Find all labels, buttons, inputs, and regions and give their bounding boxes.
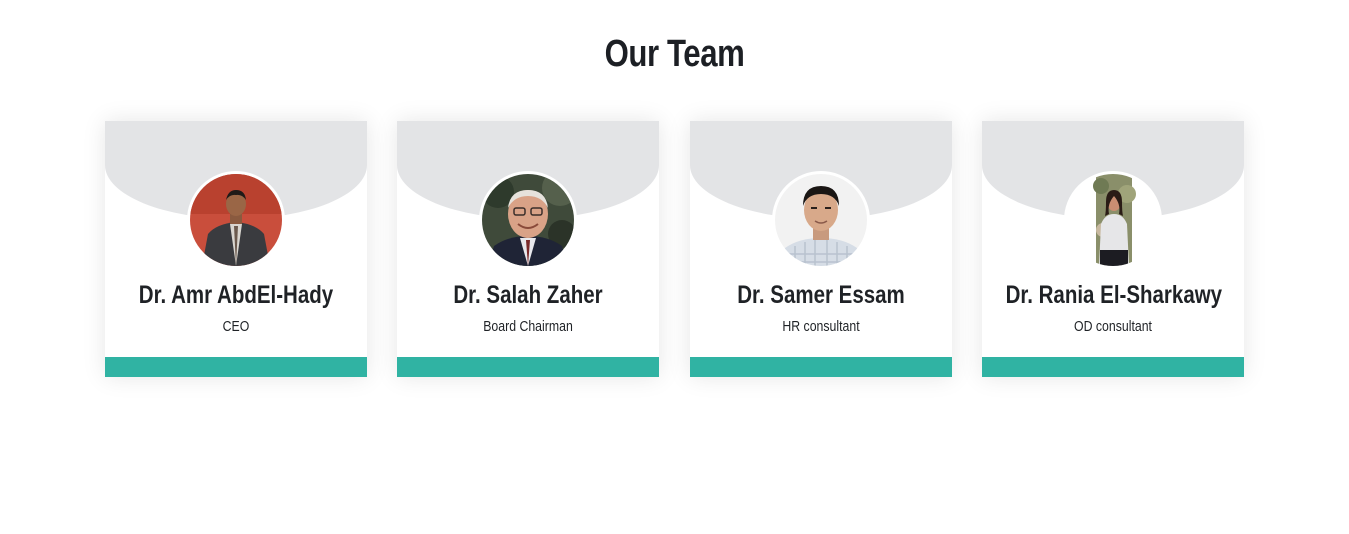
team-card[interactable]: Dr. Salah Zaher Board Chairman — [397, 121, 659, 377]
team-card[interactable]: Dr. Samer Essam HR consultant — [690, 121, 952, 377]
member-name: Dr. Salah Zaher — [453, 281, 603, 309]
team-members-row: Dr. Amr AbdEl-Hady CEO Dr. Salah Zaher B… — [105, 121, 1245, 377]
member-name: Dr. Samer Essam — [737, 281, 905, 309]
card-accent-bar — [982, 357, 1244, 377]
card-accent-bar — [397, 357, 659, 377]
member-name: Dr. Rania El-Sharkawy — [1005, 281, 1223, 309]
member-photo — [772, 171, 870, 269]
member-role: HR consultant — [782, 318, 860, 335]
member-photo — [1064, 171, 1162, 269]
member-role: CEO — [222, 318, 250, 335]
member-role: Board Chairman — [483, 318, 573, 335]
section-title: Our Team — [604, 33, 745, 75]
member-role: OD consultant — [1074, 318, 1152, 335]
team-card[interactable]: Dr. Amr AbdEl-Hady CEO — [105, 121, 367, 377]
team-card[interactable]: Dr. Rania El-Sharkawy OD consultant — [982, 121, 1244, 377]
card-accent-bar — [690, 357, 952, 377]
member-photo — [479, 171, 577, 269]
member-name: Dr. Amr AbdEl-Hady — [138, 281, 334, 309]
member-photo — [187, 171, 285, 269]
card-accent-bar — [105, 357, 367, 377]
